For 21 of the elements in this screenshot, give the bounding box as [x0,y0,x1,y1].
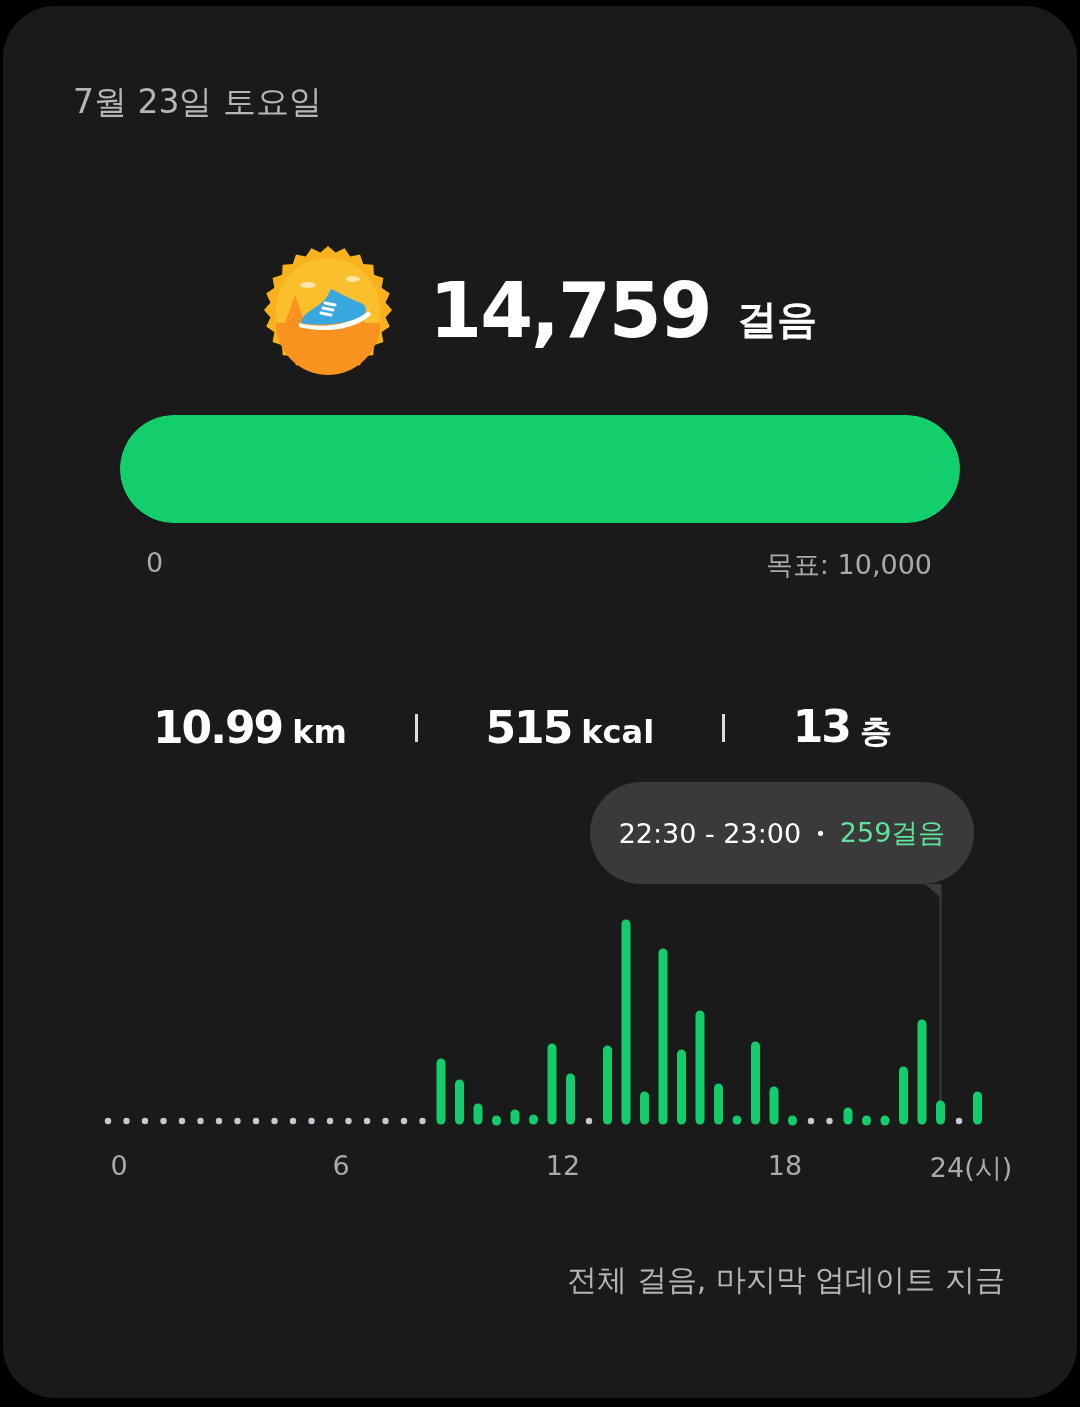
stat-unit: 층 [859,711,892,752]
axis-label: 6 [332,1150,350,1181]
progress-start-label: 0 [146,547,164,580]
stat-unit: kcal [581,713,655,751]
stat-unit: km [292,713,347,751]
stat-value: 10.99 [153,702,283,753]
axis-label: 12 [545,1150,581,1181]
axis-label: 0 [110,1150,128,1181]
tooltip-separator: • [815,822,826,844]
goal-label: 목표: 10,000 [765,548,932,582]
step-count: 14,759 [429,265,711,355]
stat-value: 13 [792,701,850,752]
shoe-badge-icon [263,245,394,375]
tooltip-steps: 259걸음 [839,815,946,851]
tooltip-time: 22:30 - 23:00 [618,817,802,849]
step-unit: 걸음 [736,294,817,344]
date-title: 7월 23일 토요일 [72,81,323,123]
axis-label: 18 [767,1150,803,1181]
update-note: 전체 걸음, 마지막 업데이트 지금 [566,1261,1005,1299]
stat-value: 515 [485,702,572,753]
axis-label: 24(시) [929,1151,1013,1185]
